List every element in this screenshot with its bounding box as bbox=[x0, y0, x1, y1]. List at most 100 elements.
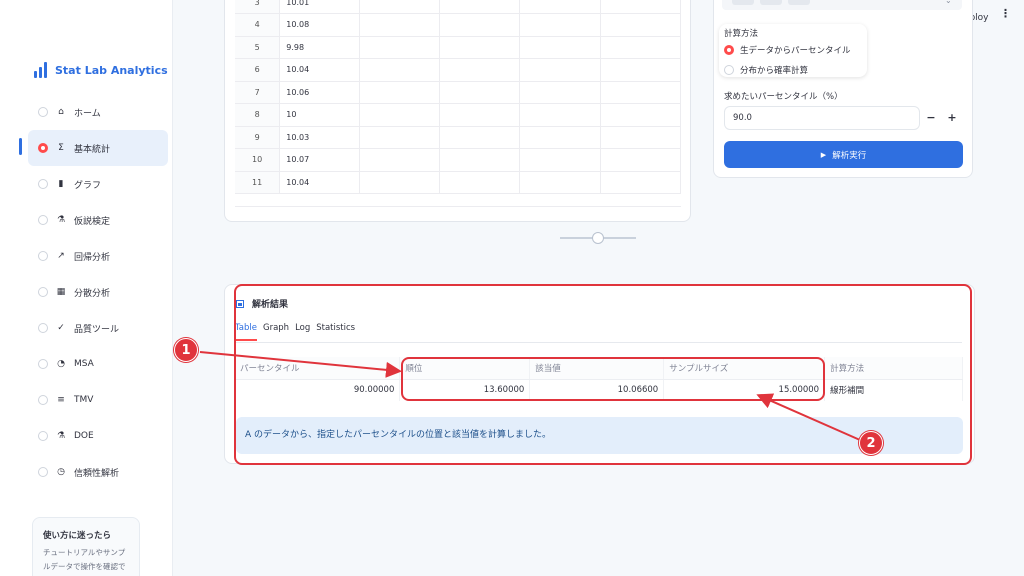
sidebar-item-label: 分散分析 bbox=[74, 288, 111, 299]
sidebar-item-2[interactable]: ▮ グラフ bbox=[28, 166, 168, 202]
nav-radio-icon[interactable] bbox=[38, 395, 48, 405]
radio-unselected-icon[interactable] bbox=[724, 65, 734, 75]
sidebar-item-3[interactable]: ⚗ 仮説検定 bbox=[28, 202, 168, 238]
cell-value[interactable]: 10.07 bbox=[279, 148, 360, 172]
nav-radio-icon[interactable] bbox=[38, 323, 48, 333]
cell-value[interactable]: 10.04 bbox=[279, 58, 360, 82]
nav-radio-icon[interactable] bbox=[38, 107, 48, 117]
col-header-rank[interactable]: 順位 bbox=[399, 357, 531, 380]
empty-cell[interactable] bbox=[519, 126, 601, 149]
sidebar-item-5[interactable]: ▦ 分散分析 bbox=[28, 274, 168, 310]
sidebar-item-9[interactable]: ⚗ DOE bbox=[28, 418, 168, 454]
empty-cell[interactable] bbox=[600, 103, 681, 127]
cell-percentile[interactable]: 90.00000 bbox=[235, 379, 401, 401]
empty-cell[interactable] bbox=[600, 148, 681, 172]
sidebar-item-0[interactable]: ⌂ ホーム bbox=[28, 94, 168, 130]
empty-cell[interactable] bbox=[359, 36, 441, 59]
empty-cell[interactable] bbox=[519, 36, 601, 59]
cell-rank[interactable]: 13.60000 bbox=[399, 379, 531, 401]
empty-cell[interactable] bbox=[600, 0, 681, 14]
nav-radio-icon[interactable] bbox=[38, 359, 48, 369]
nav-radio-icon[interactable] bbox=[38, 287, 48, 297]
empty-cell[interactable] bbox=[359, 171, 441, 194]
cell-value[interactable]: 10.04 bbox=[279, 171, 360, 194]
sidebar-item-7[interactable]: ◔ MSA bbox=[28, 346, 168, 382]
method-option-raw[interactable]: 生データからパーセンタイル bbox=[724, 44, 851, 56]
nav-radio-icon[interactable] bbox=[38, 467, 48, 477]
col-header-percentile[interactable]: パーセンタイル bbox=[235, 357, 401, 380]
empty-cell[interactable] bbox=[600, 81, 681, 104]
sidebar-item-6[interactable]: ✓ 品質ツール bbox=[28, 310, 168, 346]
empty-cell[interactable] bbox=[439, 103, 521, 127]
sidebar-item-10[interactable]: ◷ 信頼性解析 bbox=[28, 454, 168, 490]
cell-value[interactable]: 10.06600 bbox=[529, 379, 665, 401]
column-multiselect[interactable]: A × B × C × bbox=[722, 0, 962, 10]
increment-button[interactable]: + bbox=[942, 106, 962, 130]
cell-value[interactable]: 10 bbox=[279, 103, 360, 127]
nav-radio-icon[interactable] bbox=[38, 431, 48, 441]
col-header-value[interactable]: 該当値 bbox=[529, 357, 665, 380]
selected-tag-a[interactable]: A × bbox=[732, 0, 754, 5]
tab-table[interactable]: Table bbox=[235, 323, 257, 341]
empty-cell[interactable] bbox=[439, 0, 521, 14]
empty-cell[interactable] bbox=[439, 13, 521, 37]
empty-cell[interactable] bbox=[439, 36, 521, 59]
empty-cell[interactable] bbox=[600, 36, 681, 59]
cell-sample-size[interactable]: 15.00000 bbox=[663, 379, 826, 401]
empty-cell[interactable] bbox=[439, 171, 521, 194]
empty-cell[interactable] bbox=[600, 126, 681, 149]
help-card[interactable]: 使い方に迷ったら チュートリアルやサンプ ルデータで操作を確認で bbox=[32, 517, 140, 576]
tab-graph[interactable]: Graph bbox=[263, 323, 289, 341]
sidebar-item-8[interactable]: ≡ TMV bbox=[28, 382, 168, 418]
empty-cell[interactable] bbox=[359, 81, 441, 104]
selected-tag-b[interactable]: B × bbox=[760, 0, 782, 5]
empty-cell[interactable] bbox=[359, 0, 441, 14]
method-option-distribution[interactable]: 分布から確率計算 bbox=[724, 64, 808, 76]
empty-cell[interactable] bbox=[439, 126, 521, 149]
panel-resize-handle[interactable] bbox=[592, 232, 604, 244]
cell-value[interactable]: 9.98 bbox=[279, 36, 360, 59]
cell-value[interactable]: 10.01 bbox=[279, 0, 360, 14]
cell-value[interactable]: 10.06 bbox=[279, 81, 360, 104]
empty-cell[interactable] bbox=[519, 13, 601, 37]
empty-cell[interactable] bbox=[519, 0, 601, 14]
brand[interactable]: Stat Lab Analytics bbox=[34, 62, 168, 78]
empty-cell[interactable] bbox=[519, 58, 601, 82]
empty-cell[interactable] bbox=[600, 13, 681, 37]
nav-radio-icon[interactable] bbox=[38, 215, 48, 225]
empty-cell[interactable] bbox=[439, 58, 521, 82]
run-analysis-button[interactable]: ▶ 解析実行 bbox=[724, 141, 963, 168]
empty-cell[interactable] bbox=[439, 81, 521, 104]
radio-selected-icon[interactable] bbox=[724, 45, 734, 55]
cell-value[interactable]: 10.08 bbox=[279, 13, 360, 37]
empty-cell[interactable] bbox=[519, 81, 601, 104]
empty-cell[interactable] bbox=[439, 148, 521, 172]
nav-radio-icon[interactable] bbox=[38, 143, 48, 153]
nav-radio-icon[interactable] bbox=[38, 179, 48, 189]
nav-radio-icon[interactable] bbox=[38, 251, 48, 261]
empty-cell[interactable] bbox=[519, 171, 601, 194]
empty-cell[interactable] bbox=[359, 148, 441, 172]
cell-method[interactable]: 線形補間 bbox=[824, 379, 963, 401]
decrement-button[interactable]: − bbox=[921, 106, 941, 130]
sidebar-item-4[interactable]: ↗ 回帰分析 bbox=[28, 238, 168, 274]
col-header-sample-size[interactable]: サンプルサイズ bbox=[663, 357, 826, 380]
empty-cell[interactable] bbox=[359, 13, 441, 37]
empty-cell[interactable] bbox=[519, 148, 601, 172]
chevron-down-icon[interactable]: ⌄ bbox=[945, 0, 952, 5]
empty-cell[interactable] bbox=[600, 58, 681, 82]
empty-cell[interactable] bbox=[359, 58, 441, 82]
tab-log[interactable]: Log bbox=[295, 323, 310, 341]
empty-cell[interactable] bbox=[600, 171, 681, 194]
percentile-input[interactable]: 90.0 bbox=[724, 106, 920, 130]
main-menu-icon[interactable]: ⋮ bbox=[1000, 8, 1011, 19]
empty-cell[interactable] bbox=[519, 103, 601, 127]
data-grid[interactable]: 3 10.01 4 10.08 5 9.98 6 10.04 7 10.06 8 10 9 10.03 10… bbox=[235, 0, 681, 207]
selected-tag-c[interactable]: C × bbox=[788, 0, 810, 5]
cell-value[interactable]: 10.03 bbox=[279, 126, 360, 149]
col-header-method[interactable]: 計算方法 bbox=[824, 357, 963, 380]
tab-statistics[interactable]: Statistics bbox=[316, 323, 355, 341]
sidebar-item-1[interactable]: Σ 基本統計 bbox=[19, 130, 168, 166]
empty-cell[interactable] bbox=[359, 103, 441, 127]
empty-cell[interactable] bbox=[359, 126, 441, 149]
